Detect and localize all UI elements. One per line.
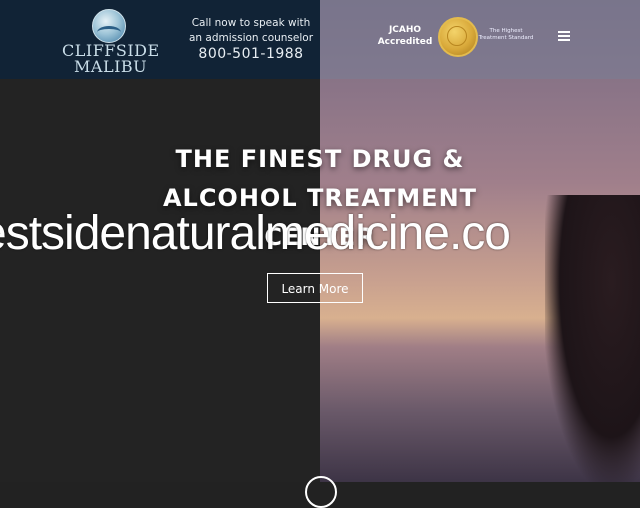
- contact-line-1: Call now to speak with: [191, 17, 311, 29]
- contact-line-2: an admission counselor: [188, 32, 314, 44]
- wave-emblem-icon: [92, 9, 126, 43]
- jcaho-seal-icon: [438, 17, 478, 57]
- watermark-text: estsidenaturalmedicine.co: [0, 207, 511, 260]
- site-logo[interactable]: CLIFFSIDE MALIBU: [62, 7, 159, 76]
- learn-more-button[interactable]: Learn More: [267, 273, 363, 303]
- site-header: CLIFFSIDE MALIBU Call now to speak with …: [0, 0, 640, 79]
- headline-line-1: THE FINEST DRUG &: [175, 145, 465, 173]
- contact-block: Call now to speak with an admission coun…: [186, 16, 316, 62]
- phone-number-link[interactable]: 800-501-1988: [186, 46, 316, 62]
- tagline-line-1: The Highest: [489, 28, 523, 34]
- logo-line-2: MALIBU: [74, 57, 148, 76]
- accreditation-tagline: The Highest Treatment Standard: [478, 28, 534, 42]
- hamburger-icon[interactable]: [557, 29, 573, 41]
- tagline-line-2: Treatment Standard: [478, 35, 534, 41]
- accreditation-label-line-1: JCAHO: [388, 25, 422, 35]
- scroll-down-icon[interactable]: [305, 476, 337, 508]
- accreditation-label: JCAHO Accredited: [376, 24, 434, 48]
- accreditation-label-line-2: Accredited: [377, 37, 433, 47]
